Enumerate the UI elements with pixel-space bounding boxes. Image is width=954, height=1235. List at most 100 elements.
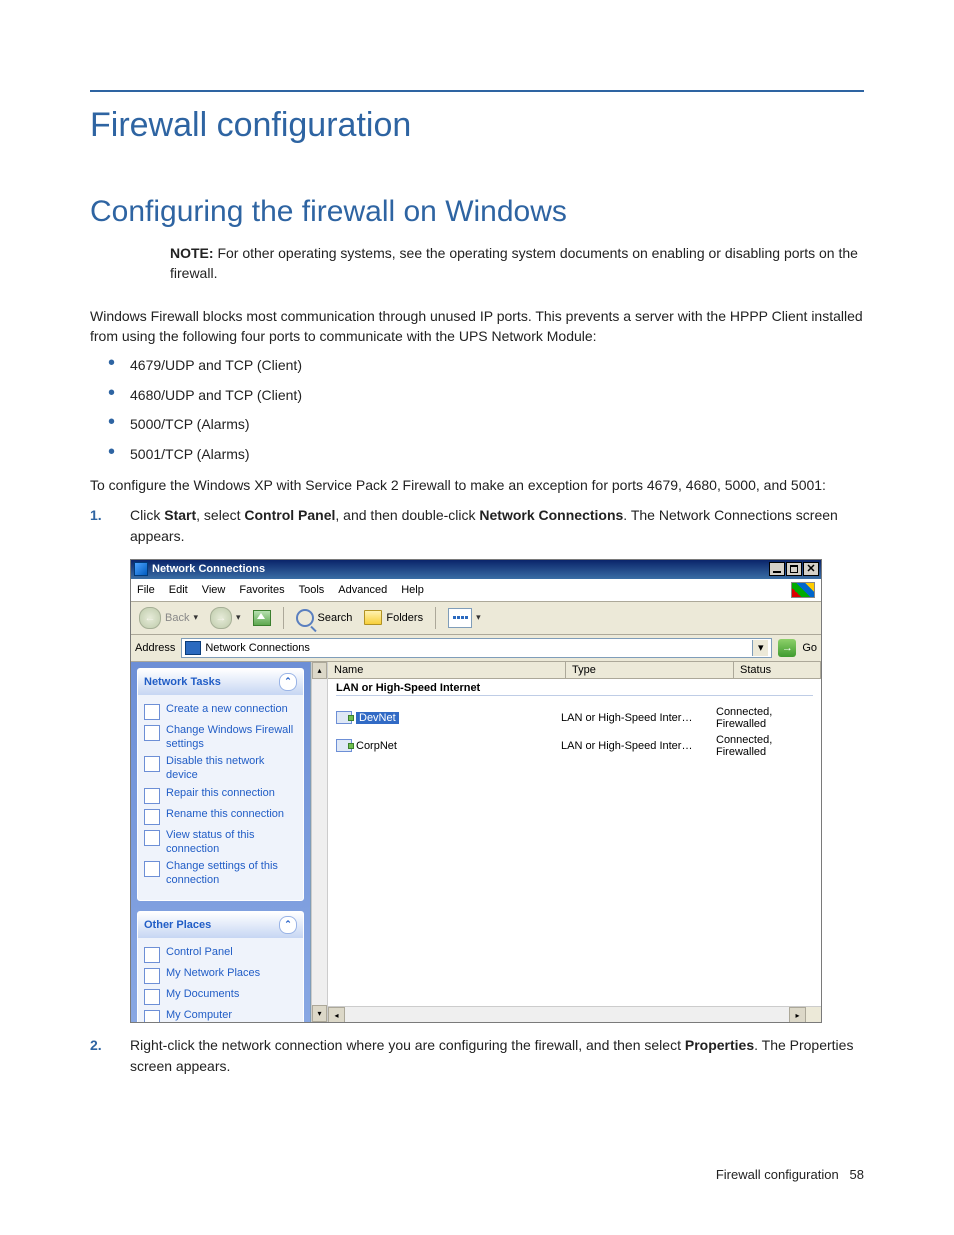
port-item: 5001/TCP (Alarms) [90,445,864,465]
section-title-h2: Configuring the firewall on Windows [90,195,864,229]
col-name[interactable]: Name [328,662,566,678]
menu-advanced[interactable]: Advanced [338,584,387,596]
step-item: 2. Right-click the network connection wh… [90,1035,864,1077]
step-text: Click Start, select Control Panel, and t… [130,507,838,544]
client-area: Network Tasks ⌃ Create a new connection … [131,662,821,1022]
network-tasks-list: Create a new connection Change Windows F… [138,695,303,900]
menu-favorites[interactable]: Favorites [239,584,284,596]
address-label: Address [135,642,175,654]
intro-paragraph: Windows Firewall blocks most communicati… [90,306,864,347]
task-icon [144,756,160,772]
menubar: File Edit View Favorites Tools Advanced … [131,579,821,602]
network-tasks-box: Network Tasks ⌃ Create a new connection … [137,668,304,901]
menu-file[interactable]: File [137,584,155,596]
col-type[interactable]: Type [566,662,734,678]
note-label: NOTE: [170,245,214,261]
titlebar: Network Connections ✕ [131,560,821,579]
other-places-header[interactable]: Other Places ⌃ [138,912,303,938]
maximize-button[interactable] [786,562,802,576]
menu-view[interactable]: View [202,584,226,596]
menu-tools[interactable]: Tools [299,584,325,596]
forward-dropdown-icon[interactable]: ▾ [236,612,241,623]
place-network-places[interactable]: My Network Places [144,967,297,984]
views-dropdown-icon[interactable]: ▾ [476,612,481,623]
nic-icon [336,739,352,752]
steps-list-cont: 2. Right-click the network connection wh… [90,1035,864,1077]
collapse-icon[interactable]: ⌃ [279,673,297,691]
step-number: 2. [90,1035,102,1056]
folders-label: Folders [386,612,423,624]
forward-button[interactable]: → ▾ [206,605,245,631]
menu-edit[interactable]: Edit [169,584,188,596]
address-bar: Address Network Connections ▾ → Go [131,635,821,662]
windows-flag-icon [791,582,815,598]
steps-list: 1. Click Start, select Control Panel, an… [90,505,864,547]
toolbar-separator [283,607,284,629]
task-change-settings[interactable]: Change settings of this connection [144,860,297,888]
task-icon [144,861,160,877]
vertical-scrollbar[interactable]: ▴ ▾ [311,662,328,1022]
task-repair-connection[interactable]: Repair this connection [144,787,297,804]
other-places-list: Control Panel My Network Places My Docum… [138,938,303,1022]
search-button[interactable]: Search [292,607,357,629]
task-change-firewall[interactable]: Change Windows Firewall settings [144,724,297,752]
task-disable-device[interactable]: Disable this network device [144,755,297,783]
nic-icon [336,711,352,724]
minimize-button[interactable] [769,562,785,576]
place-icon [144,989,160,1005]
address-field[interactable]: Network Connections ▾ [181,638,772,658]
folders-icon [364,610,382,625]
task-icon [144,809,160,825]
up-button[interactable] [249,608,275,628]
back-label: Back [165,612,189,624]
task-create-connection[interactable]: Create a new connection [144,703,297,720]
task-view-status[interactable]: View status of this connection [144,829,297,857]
step-text: Right-click the network connection where… [130,1037,853,1074]
task-rename-connection[interactable]: Rename this connection [144,808,297,825]
go-button[interactable]: → [778,639,796,657]
connection-row-corpnet[interactable]: CorpNet LAN or High-Speed Inter… Connect… [328,732,821,760]
close-button[interactable]: ✕ [803,562,819,576]
connection-name: CorpNet [356,740,397,752]
col-status[interactable]: Status [734,662,821,678]
scroll-right-button[interactable]: ▸ [789,1007,806,1022]
scroll-down-button[interactable]: ▾ [312,1005,327,1022]
search-icon [296,609,314,627]
go-label: Go [802,642,817,654]
connection-row-devnet[interactable]: DevNet LAN or High-Speed Inter… Connecte… [328,704,821,732]
back-arrow-icon: ← [139,607,161,629]
connection-type: LAN or High-Speed Inter… [561,712,716,724]
place-my-computer[interactable]: My Computer [144,1009,297,1022]
folders-button[interactable]: Folders [360,608,427,627]
collapse-icon[interactable]: ⌃ [279,916,297,934]
top-rule [90,90,864,92]
network-tasks-header[interactable]: Network Tasks ⌃ [138,669,303,695]
note-block: NOTE: For other operating systems, see t… [170,243,864,284]
place-my-documents[interactable]: My Documents [144,988,297,1005]
place-control-panel[interactable]: Control Panel [144,946,297,963]
port-item: 5000/TCP (Alarms) [90,415,864,435]
column-headers[interactable]: Name Type Status [328,662,821,679]
task-icon [144,725,160,741]
step-item: 1. Click Start, select Control Panel, an… [90,505,864,547]
back-dropdown-icon[interactable]: ▾ [193,612,198,623]
task-panel: Network Tasks ⌃ Create a new connection … [131,662,311,1022]
window-title: Network Connections [152,563,265,575]
page-title-h1: Firewall configuration [90,106,864,145]
horizontal-scrollbar[interactable]: ◂ ▸ [328,1006,821,1022]
views-button[interactable]: ▾ [444,606,485,630]
port-list: 4679/UDP and TCP (Client) 4680/UDP and T… [90,356,864,464]
place-icon [144,947,160,963]
step-number: 1. [90,505,102,526]
back-button[interactable]: ← Back ▾ [135,605,202,631]
toolbar-separator [435,607,436,629]
connection-status: Connected, Firewalled [716,706,821,730]
list-view[interactable]: Name Type Status LAN or High-Speed Inter… [328,662,821,1022]
up-folder-icon [253,610,271,626]
network-connections-icon [185,641,201,655]
menu-help[interactable]: Help [401,584,424,596]
address-dropdown-icon[interactable]: ▾ [752,640,768,656]
search-label: Search [318,612,353,624]
scroll-up-button[interactable]: ▴ [312,662,327,679]
scroll-left-button[interactable]: ◂ [328,1007,345,1022]
